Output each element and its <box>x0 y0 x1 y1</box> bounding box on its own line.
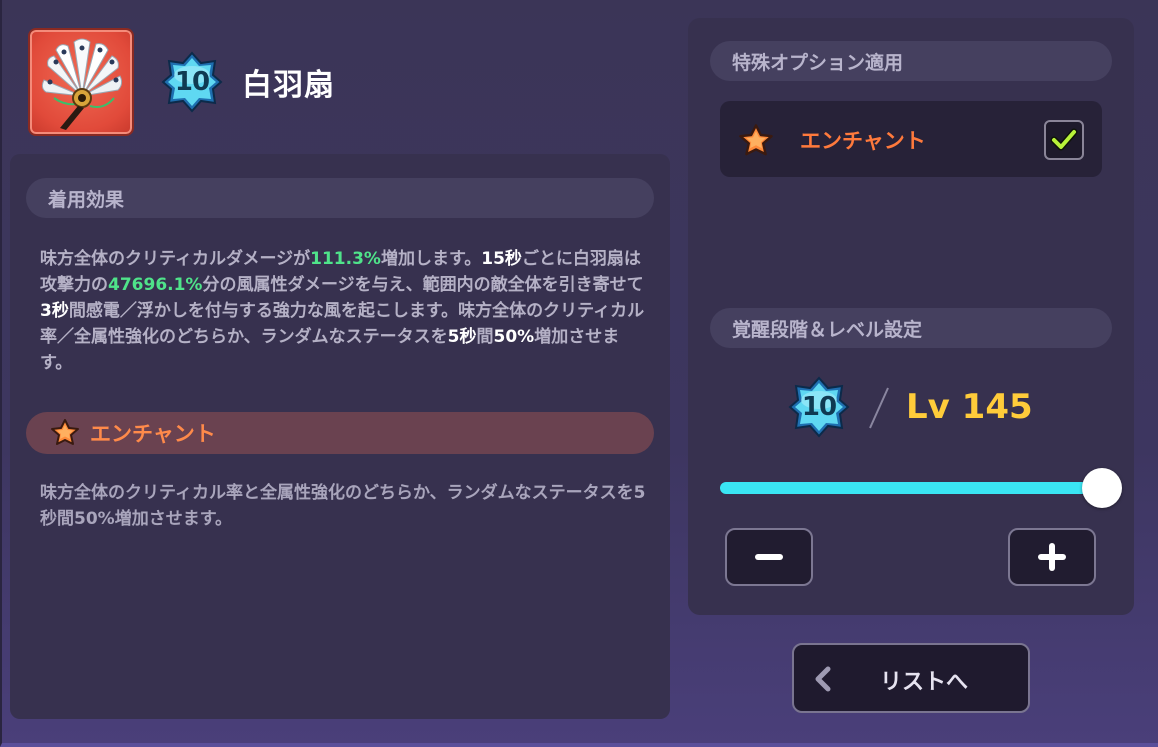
description-text: 間 <box>476 327 494 347</box>
enchant-description: 味方全体のクリティカル率と全属性強化のどちらか、ランダムなステータスを5秒間50… <box>40 483 646 529</box>
back-to-list-button[interactable]: リストへ <box>792 643 1030 713</box>
enchant-section-header: エンチャント <box>26 412 654 454</box>
highlight-value: 50% <box>493 327 535 347</box>
highlight-value: 47696.1% <box>108 275 203 295</box>
equip-effect-header: 着用効果 <box>26 178 654 218</box>
awakening-value: 10 <box>174 67 210 97</box>
awakening-level-value: 10 <box>801 392 837 422</box>
awakening-badge: 10 <box>788 376 850 438</box>
equip-effect-description: 味方全体のクリティカルダメージが111.3%増加します。15秒ごとに白羽扇は攻撃… <box>40 246 650 376</box>
special-option-header: 特殊オプション適用 <box>710 41 1112 81</box>
level-slider-handle[interactable] <box>1082 468 1122 508</box>
enchant-option-row[interactable]: エンチャント <box>720 101 1102 177</box>
enchant-star-icon <box>739 124 773 156</box>
chevron-left-icon <box>815 666 831 692</box>
highlight-value: 5秒 <box>447 327 477 347</box>
feather-fan-icon <box>41 38 123 130</box>
settings-panel: 特殊オプション適用 エンチャント 覚醒段階＆レベル設定 10 Lv 145 <box>688 18 1134 615</box>
item-icon-white-feather-fan <box>28 28 134 136</box>
highlight-value: 111.3% <box>310 249 381 269</box>
enchant-label: エンチャント <box>90 422 216 446</box>
highlight-value: 3秒 <box>40 301 69 321</box>
decrease-level-button[interactable]: − <box>725 528 813 586</box>
minus-icon <box>755 554 783 560</box>
enchant-star-icon <box>51 419 79 445</box>
enchant-checkbox[interactable] <box>1044 120 1084 160</box>
item-name: 白羽扇 <box>242 68 335 103</box>
slash-divider <box>869 387 889 429</box>
highlight-value: 15秒 <box>481 249 522 269</box>
description-text: 分の風属性ダメージを与え、範囲内の敵全体を引き寄せて <box>202 275 644 295</box>
level-slider-fill <box>720 482 1104 494</box>
checkmark-icon <box>1050 128 1078 151</box>
description-text: 味方全体のクリティカルダメージが <box>40 249 311 269</box>
increase-level-button[interactable]: + <box>1008 528 1096 586</box>
enchant-option-label: エンチャント <box>800 129 926 153</box>
level-display: Lv 145 <box>906 387 1033 427</box>
back-to-list-label: リストへ <box>880 670 969 695</box>
description-text: 増加します。 <box>380 249 482 269</box>
item-detail-panel: 着用効果 味方全体のクリティカルダメージが111.3%増加します。15秒ごとに白… <box>10 154 670 719</box>
awaken-level-header: 覚醒段階＆レベル設定 <box>710 308 1112 348</box>
level-slider-track[interactable] <box>720 482 1104 494</box>
plus-icon <box>1038 543 1066 571</box>
awakening-badge: 10 <box>161 51 223 113</box>
